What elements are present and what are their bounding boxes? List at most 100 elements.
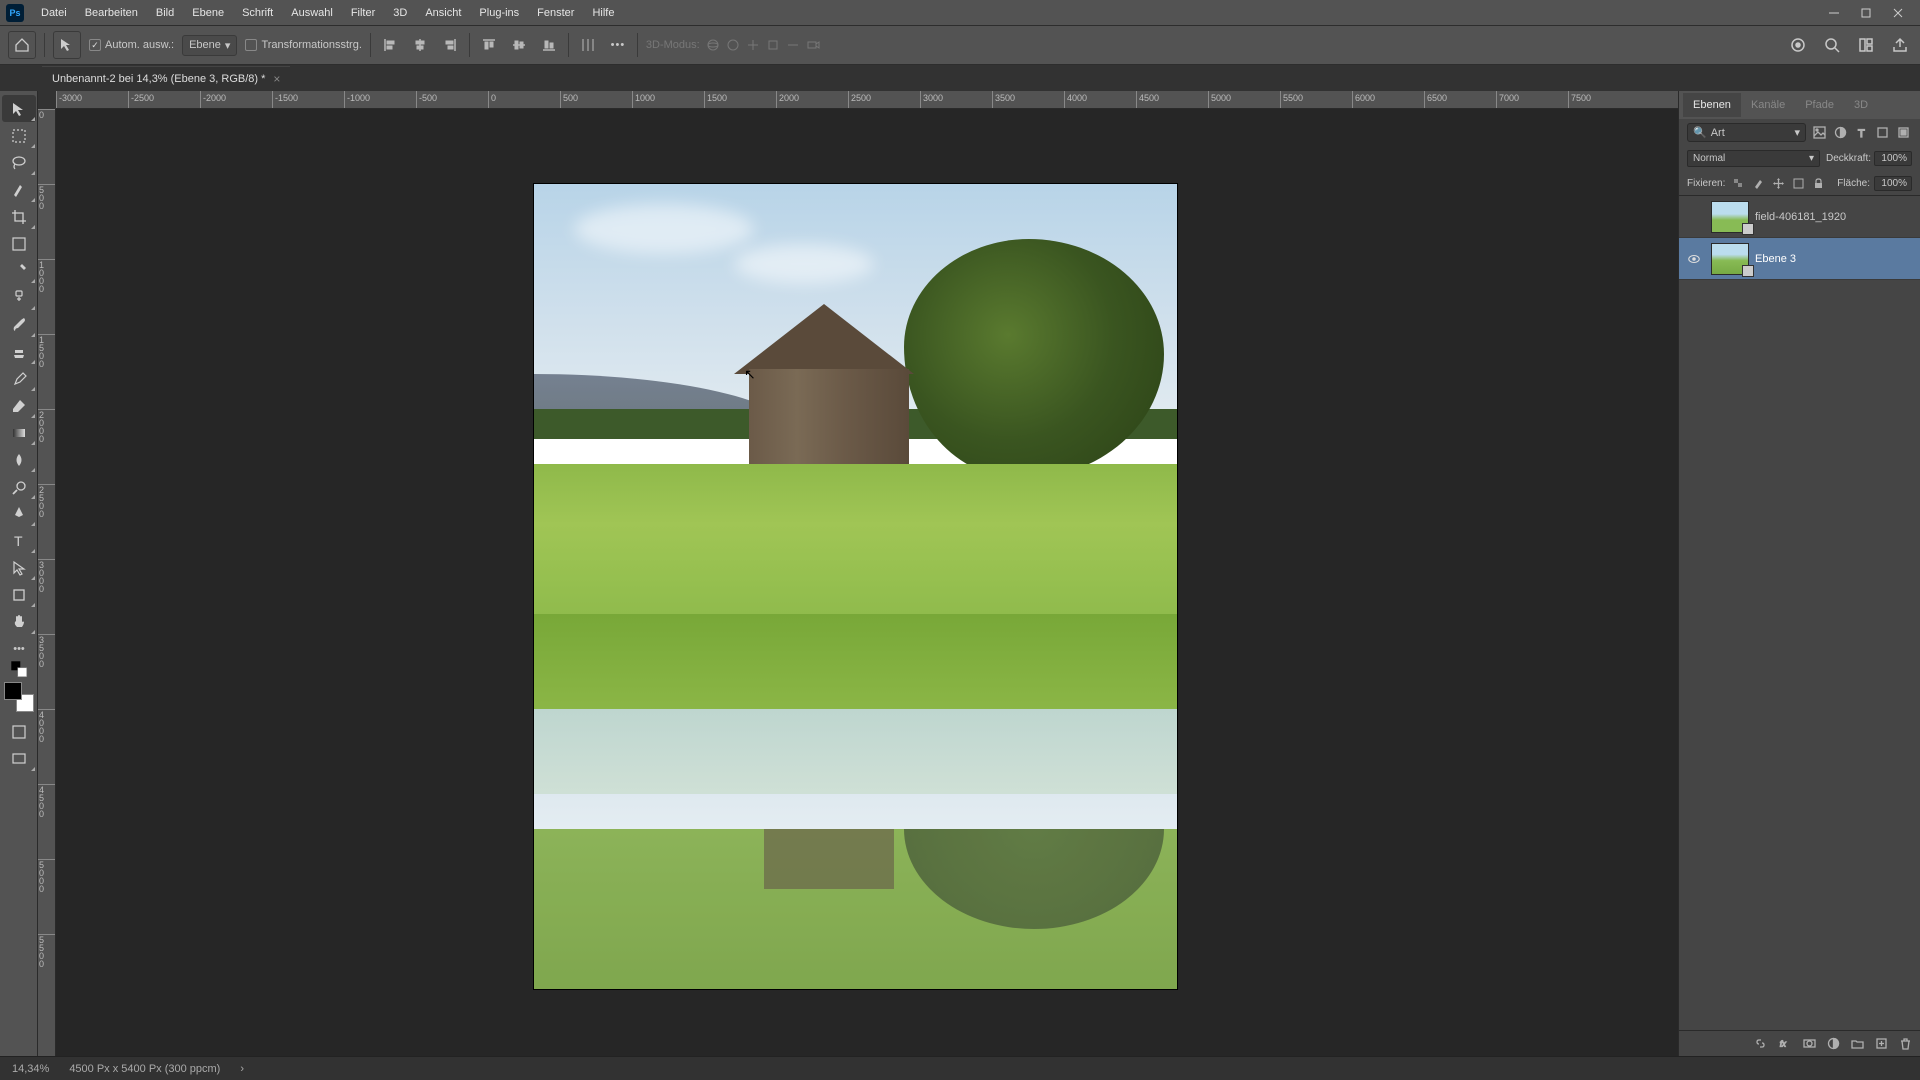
foreground-color-swatch[interactable] (4, 682, 22, 700)
pen-tool[interactable] (2, 500, 36, 527)
mask-icon[interactable] (1800, 1035, 1818, 1053)
group-icon[interactable] (1848, 1035, 1866, 1053)
filter-smart-icon[interactable] (1894, 124, 1912, 142)
new-layer-icon[interactable] (1872, 1035, 1890, 1053)
healing-brush-tool[interactable] (2, 284, 36, 311)
menu-select[interactable]: Auswahl (282, 3, 342, 23)
layer-thumbnail[interactable] (1711, 243, 1749, 275)
shape-tool[interactable] (2, 581, 36, 608)
opacity-input[interactable]: 100% (1874, 151, 1912, 166)
window-close[interactable] (1882, 0, 1914, 25)
eyedropper-tool[interactable] (2, 257, 36, 284)
auto-select-target-dropdown[interactable]: Ebene▾ (182, 35, 237, 56)
tab-channels[interactable]: Kanäle (1741, 93, 1795, 117)
tab-3d[interactable]: 3D (1844, 93, 1878, 117)
more-options-button[interactable]: ••• (607, 34, 629, 56)
horizontal-ruler[interactable]: -3000-2500-2000-1500-1000-50005001000150… (56, 91, 1678, 109)
frame-tool[interactable] (2, 230, 36, 257)
lock-all-icon[interactable] (1809, 175, 1827, 191)
share-icon[interactable] (1888, 33, 1912, 57)
close-tab-icon[interactable]: × (273, 72, 280, 86)
gradient-tool[interactable] (2, 419, 36, 446)
status-chevron-icon[interactable]: › (240, 1063, 244, 1075)
hand-tool[interactable] (2, 608, 36, 635)
align-bottom-button[interactable] (538, 34, 560, 56)
visibility-toggle[interactable] (1683, 252, 1705, 266)
lasso-tool[interactable] (2, 149, 36, 176)
align-vcenter-button[interactable] (508, 34, 530, 56)
menu-3d[interactable]: 3D (384, 3, 416, 23)
3d-orbit-icon[interactable] (706, 38, 720, 52)
move-tool[interactable] (2, 95, 36, 122)
3d-camera-icon[interactable] (806, 38, 820, 52)
tab-paths[interactable]: Pfade (1795, 93, 1844, 117)
crop-tool[interactable] (2, 203, 36, 230)
align-right-button[interactable] (439, 34, 461, 56)
filter-shape-icon[interactable] (1873, 124, 1891, 142)
3d-pan-icon[interactable] (726, 38, 740, 52)
quickmask-tool[interactable] (2, 718, 36, 745)
blend-mode-dropdown[interactable]: Normal▾ (1687, 150, 1820, 167)
vertical-ruler[interactable]: 0500100015002000250030003500400045005000… (38, 109, 56, 1056)
layer-row[interactable]: field-406181_1920 (1679, 196, 1920, 238)
layer-thumbnail[interactable] (1711, 201, 1749, 233)
transform-controls-checkbox[interactable]: Transformationsstrg. (245, 39, 361, 51)
menu-layer[interactable]: Ebene (183, 3, 233, 23)
fx-icon[interactable]: fx (1776, 1035, 1794, 1053)
filter-adjust-icon[interactable] (1831, 124, 1849, 142)
menu-file[interactable]: Datei (32, 3, 76, 23)
cloud-docs-icon[interactable] (1786, 33, 1810, 57)
dodge-tool[interactable] (2, 473, 36, 500)
link-layers-icon[interactable] (1752, 1035, 1770, 1053)
path-select-tool[interactable] (2, 554, 36, 581)
type-tool[interactable]: T (2, 527, 36, 554)
marquee-tool[interactable] (2, 122, 36, 149)
tab-layers[interactable]: Ebenen (1683, 93, 1741, 117)
search-icon[interactable] (1820, 33, 1844, 57)
history-brush-tool[interactable] (2, 365, 36, 392)
menu-plugins[interactable]: Plug-ins (470, 3, 528, 23)
menu-view[interactable]: Ansicht (416, 3, 470, 23)
workspace-icon[interactable] (1854, 33, 1878, 57)
zoom-level[interactable]: 14,34% (12, 1063, 49, 1075)
lock-transparency-icon[interactable] (1729, 175, 1747, 191)
lock-artboard-icon[interactable] (1789, 175, 1807, 191)
fill-input[interactable]: 100% (1874, 176, 1912, 191)
filter-type-icon[interactable]: T (1852, 124, 1870, 142)
more-tools-button[interactable]: ••• (2, 635, 36, 662)
screenmode-tool[interactable] (2, 745, 36, 772)
trash-icon[interactable] (1896, 1035, 1914, 1053)
layer-filter-dropdown[interactable]: 🔍 Art ▾ (1687, 123, 1806, 142)
menu-filter[interactable]: Filter (342, 3, 384, 23)
document-dimensions[interactable]: 4500 Px x 5400 Px (300 ppcm) (69, 1063, 220, 1075)
align-top-button[interactable] (478, 34, 500, 56)
adjustment-icon[interactable] (1824, 1035, 1842, 1053)
layer-row[interactable]: Ebene 3 (1679, 238, 1920, 280)
3d-slide-icon[interactable] (786, 38, 800, 52)
menu-type[interactable]: Schrift (233, 3, 282, 23)
align-hcenter-button[interactable] (409, 34, 431, 56)
eraser-tool[interactable] (2, 392, 36, 419)
quick-select-tool[interactable] (2, 176, 36, 203)
brush-tool[interactable] (2, 311, 36, 338)
distribute-button[interactable] (577, 34, 599, 56)
menu-help[interactable]: Hilfe (583, 3, 623, 23)
layer-name[interactable]: field-406181_1920 (1755, 211, 1846, 223)
canvas[interactable]: ↖ (56, 109, 1678, 1056)
document-tab[interactable]: Unbenannt-2 bei 14,3% (Ebene 3, RGB/8) *… (42, 66, 290, 91)
default-colors-icon[interactable] (2, 662, 36, 676)
window-maximize[interactable] (1850, 0, 1882, 25)
clone-stamp-tool[interactable] (2, 338, 36, 365)
blur-tool[interactable] (2, 446, 36, 473)
align-left-button[interactable] (379, 34, 401, 56)
menu-edit[interactable]: Bearbeiten (76, 3, 147, 23)
color-swatches[interactable] (2, 680, 36, 714)
layer-name[interactable]: Ebene 3 (1755, 253, 1796, 265)
menu-image[interactable]: Bild (147, 3, 183, 23)
auto-select-checkbox[interactable]: Autom. ausw.: (89, 39, 174, 51)
filter-image-icon[interactable] (1810, 124, 1828, 142)
3d-scale-icon[interactable] (766, 38, 780, 52)
lock-position-icon[interactable] (1769, 175, 1787, 191)
3d-move-icon[interactable] (746, 38, 760, 52)
menu-window[interactable]: Fenster (528, 3, 583, 23)
